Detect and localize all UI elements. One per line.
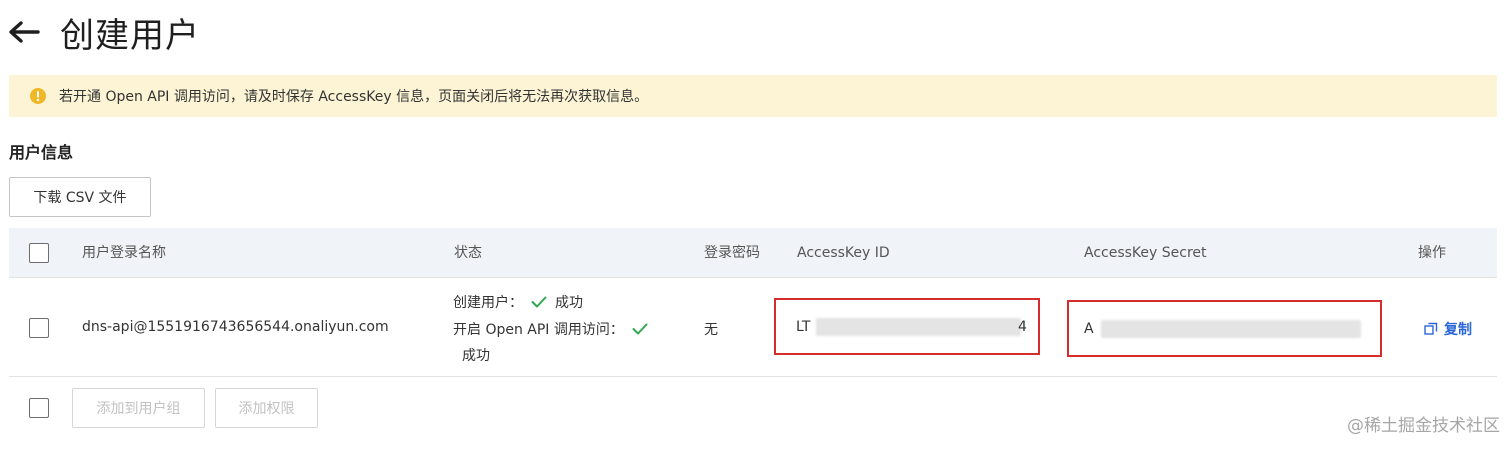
section-title: 用户信息 [9,143,74,162]
download-csv-button[interactable]: 下载 CSV 文件 [9,177,151,217]
table-header: 用户登录名称 状态 登录密码 AccessKey ID AccessKey Se… [9,228,1497,278]
check-icon [531,296,547,308]
page: 创建用户 若开通 Open API 调用访问，请及时保存 AccessKey 信… [0,0,1512,449]
column-password: 登录密码 [704,245,760,261]
page-header: 创建用户 [8,6,200,58]
status-api-value: 成功 [462,348,490,364]
select-all-checkbox[interactable] [29,243,49,263]
password-value: 无 [704,322,718,338]
row-checkbox[interactable] [29,318,49,338]
login-name-value: dns-api@1551916743656544.onaliyun.com [82,319,389,335]
add-permission-button[interactable]: 添加权限 [215,388,318,428]
watermark: @稀土掘金技术社区 [1347,416,1500,436]
accesskey-secret-start: A [1084,321,1094,337]
accesskey-id-highlight: LT 4 [774,298,1040,355]
status-create-label: 创建用户： [453,295,523,311]
footer-select-checkbox[interactable] [29,398,49,418]
status-api: 开启 Open API 调用访问： [453,319,656,339]
status-api-label: 开启 Open API 调用访问： [453,322,624,338]
back-arrow-icon[interactable] [8,15,42,49]
copy-label: 复制 [1444,322,1472,338]
copy-button[interactable]: 复制 [1424,319,1472,339]
column-accesskey-secret: AccessKey Secret [1084,245,1207,261]
warning-alert: 若开通 Open API 调用访问，请及时保存 AccessKey 信息，页面关… [9,75,1497,117]
accesskey-secret-mask [1101,320,1361,338]
status-create-value: 成功 [555,295,583,311]
alert-text: 若开通 Open API 调用访问，请及时保存 AccessKey 信息，页面关… [59,89,649,105]
warning-icon [29,87,47,105]
column-login-name: 用户登录名称 [82,245,166,261]
accesskey-id-end: 4 [1018,319,1027,335]
add-to-group-button[interactable]: 添加到用户组 [72,388,205,428]
page-title: 创建用户 [60,15,200,56]
accesskey-id-start: LT [796,319,811,335]
column-actions: 操作 [1418,245,1446,261]
accesskey-id-mask [816,318,1021,336]
column-accesskey-id: AccessKey ID [797,245,890,261]
copy-icon [1424,322,1438,336]
table-row: dns-api@1551916743656544.onaliyun.com 创建… [9,279,1497,377]
status-create: 创建用户： 成功 [453,292,583,312]
accesskey-secret-highlight: A [1067,300,1382,357]
column-status: 状态 [454,245,482,261]
check-icon [632,323,648,335]
